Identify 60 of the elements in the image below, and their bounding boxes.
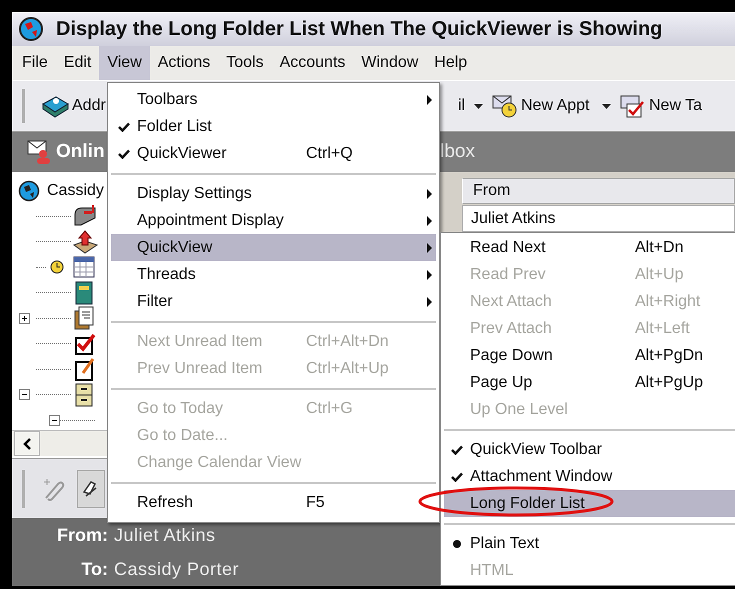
menu-item[interactable]: Refresh F5: [111, 489, 436, 516]
menu-item[interactable]: QuickView Toolbar: [444, 436, 735, 463]
menu-item[interactable]: Display Settings: [111, 180, 436, 207]
menu-item[interactable]: Accounts: [272, 46, 354, 80]
outbox-icon: [71, 228, 99, 255]
menu-item[interactable]: Plain Text: [444, 530, 735, 557]
menu-item[interactable]: QuickViewer Ctrl+Q: [111, 140, 436, 167]
column-header[interactable]: From: [462, 178, 735, 204]
menu-item[interactable]: Threads: [111, 261, 436, 288]
panel-title: Onlin: [56, 140, 105, 164]
window-title: Display the Long Folder List When The QuickViewer is Showing: [56, 17, 662, 42]
tree-root-label[interactable]: Cassidy: [47, 178, 104, 203]
toolbar-grip: [22, 89, 25, 123]
collapse-icon[interactable]: [18, 389, 30, 400]
toolbar-button[interactable]: New Appt: [491, 89, 590, 123]
field-label: To:: [80, 558, 108, 581]
toolbar-grip: [22, 470, 25, 508]
envelope-check-icon: [619, 93, 647, 119]
toolbar-button[interactable]: New Ta: [619, 89, 702, 123]
globe-icon: [18, 16, 44, 42]
scroll-left-button[interactable]: [14, 431, 40, 456]
menu-item[interactable]: Page Up Alt+PgUp: [444, 369, 735, 396]
menu-item[interactable]: Appointment Display: [111, 207, 436, 234]
panel-subtitle: lbox: [440, 140, 475, 164]
menu-item[interactable]: Folder List: [111, 113, 436, 140]
menu-item[interactable]: Window: [353, 46, 426, 80]
menu-item[interactable]: Read Next Alt+Dn: [444, 234, 735, 261]
menu-item[interactable]: Long Folder List: [444, 490, 735, 517]
table-cell: Juliet Atkins: [462, 205, 735, 232]
expand-icon[interactable]: [18, 312, 30, 324]
submenu-arrow-icon: [427, 296, 432, 306]
submenu-arrow-icon: [427, 242, 432, 252]
menu-item[interactable]: File: [14, 46, 56, 80]
menu-item[interactable]: QuickView: [111, 234, 436, 261]
toolbar-button[interactable]: il: [458, 89, 466, 123]
field-label: From:: [56, 524, 108, 547]
field-value: Cassidy Porter: [114, 558, 240, 581]
attachment-button[interactable]: [77, 470, 105, 508]
menu-item[interactable]: Filter: [111, 288, 436, 315]
menu-item[interactable]: Toolbars: [111, 86, 436, 113]
toolbar-button[interactable]: Addr: [40, 89, 106, 123]
clock-envelope-icon: [491, 93, 519, 119]
menu-item[interactable]: Page Down Alt+PgDn: [444, 342, 735, 369]
menu-item[interactable]: Tools: [218, 46, 272, 80]
calendar-icon: [71, 254, 97, 280]
menu-item[interactable]: Actions: [150, 46, 218, 80]
dropdown-caret-icon[interactable]: [602, 104, 611, 108]
clock-icon: [50, 260, 64, 274]
globe-icon: [18, 180, 40, 202]
submenu-arrow-icon: [427, 94, 432, 104]
submenu-arrow-icon: [427, 216, 432, 226]
menu-item[interactable]: Attachment Window: [444, 463, 735, 490]
field-value: Juliet Atkins: [114, 524, 216, 547]
submenu-arrow-icon: [427, 270, 432, 280]
collapse-icon[interactable]: [49, 414, 60, 426]
submenu-arrow-icon: [427, 188, 432, 198]
menu-item[interactable]: Edit: [56, 46, 100, 80]
menu-item[interactable]: Help: [426, 46, 476, 80]
menu-item[interactable]: View: [99, 46, 150, 80]
dropdown-caret-icon[interactable]: [474, 104, 483, 108]
